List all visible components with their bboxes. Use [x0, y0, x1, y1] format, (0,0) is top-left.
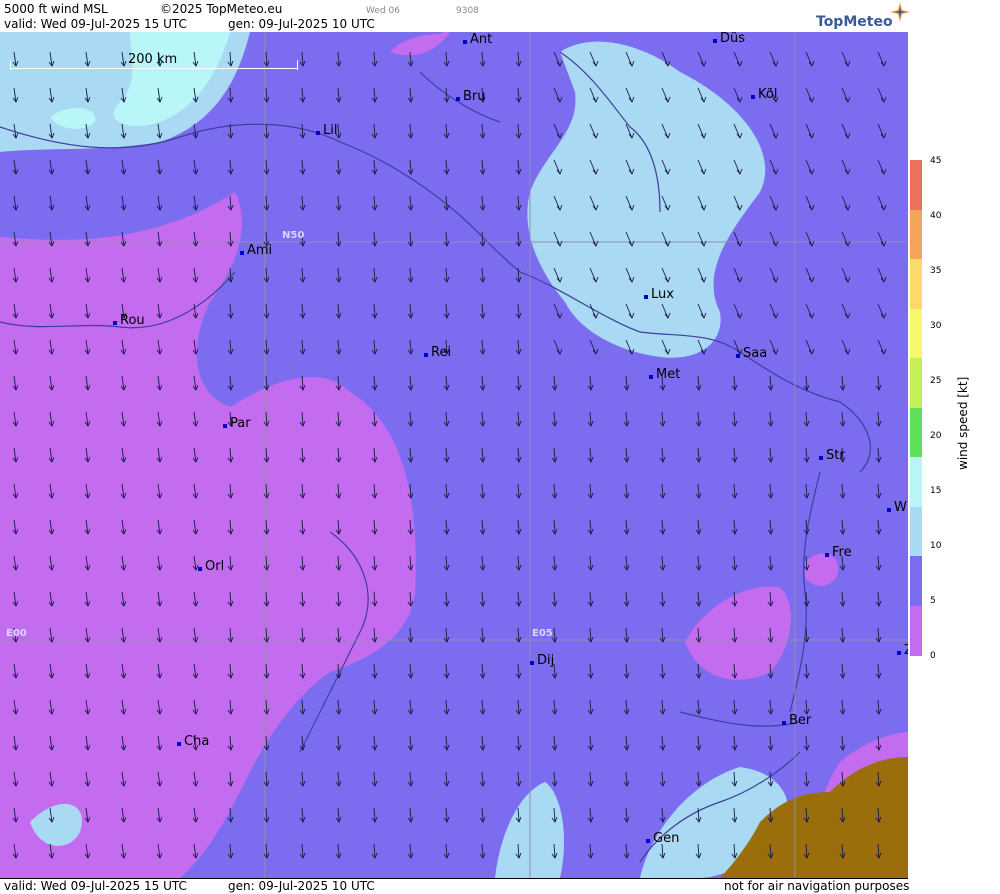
city-marker: [177, 742, 181, 746]
map-canvas: [0, 32, 908, 878]
city-saarbrucken[interactable]: Saa: [736, 347, 767, 361]
legend-tick-label: 45: [930, 156, 942, 166]
city-geneva[interactable]: Gen: [646, 832, 679, 846]
legend-swatch: [910, 209, 922, 260]
city-marker: [463, 40, 467, 44]
legend-swatch: [910, 308, 922, 359]
city-luxembourg[interactable]: Lux: [644, 288, 674, 302]
scale-label: 200 km: [128, 52, 178, 67]
legend-tick-label: 20: [930, 431, 942, 441]
legend-swatch: [910, 556, 922, 607]
city-marker: [825, 553, 829, 557]
city-marker: [887, 508, 891, 512]
legend-tick-label: 40: [930, 211, 942, 221]
legend-swatch: [910, 506, 922, 557]
city-marker: [736, 354, 740, 358]
city-marker: [223, 424, 227, 428]
city-marker: [644, 295, 648, 299]
city-marker: [897, 651, 901, 655]
city-marker: [782, 721, 786, 725]
city-marker: [751, 95, 755, 99]
city-strasbourg[interactable]: Str: [819, 449, 845, 463]
legend-title: wind speed [kt]: [956, 376, 970, 470]
city-amiens[interactable]: Ami: [240, 244, 272, 258]
city-dijon[interactable]: Dij: [530, 654, 554, 668]
legend-color-bar: [910, 160, 922, 656]
city-marker: [819, 456, 823, 460]
footer-bar: valid: Wed 09-Jul-2025 15 UTC gen: 09-Ju…: [0, 878, 910, 894]
legend-swatch: [910, 457, 922, 508]
city-dusseldorf[interactable]: Düs: [713, 32, 745, 46]
city-marker: [649, 375, 653, 379]
legend-tick-label: 15: [930, 486, 942, 496]
city-paris[interactable]: Par: [223, 417, 251, 431]
city-marker: [316, 131, 320, 135]
city-reims[interactable]: Rei: [424, 346, 451, 360]
legend-tick-label: 30: [930, 321, 942, 331]
city-koln[interactable]: Köl: [751, 88, 777, 102]
footer-generated-time: gen: 09-Jul-2025 10 UTC: [228, 879, 375, 893]
compass-star-icon: [890, 2, 910, 22]
valid-time: valid: Wed 09-Jul-2025 15 UTC: [4, 17, 187, 31]
legend-tick-label: 10: [930, 541, 942, 551]
city-marker: [198, 567, 202, 571]
footer-valid-time: valid: Wed 09-Jul-2025 15 UTC: [4, 879, 187, 893]
city-rouen[interactable]: Rou: [113, 314, 145, 328]
run-code: 9308: [456, 6, 479, 16]
city-marker: [240, 251, 244, 255]
city-brussels[interactable]: Bru: [456, 90, 486, 104]
legend-swatch: [910, 259, 922, 310]
wind-speed-legend: 45 40 35 30 25 20 15 10 5 0: [910, 156, 1000, 661]
product-title: 5000 ft wind MSL: [4, 2, 108, 16]
generated-time: gen: 09-Jul-2025 10 UTC: [228, 17, 375, 31]
city-marker: [530, 661, 534, 665]
city-zurich[interactable]: Z: [897, 644, 908, 658]
legend-tick-label: 25: [930, 376, 942, 386]
scale-bar: 200 km: [10, 52, 298, 70]
legend-tick-label: 0: [930, 651, 936, 661]
city-bern[interactable]: Ber: [782, 714, 811, 728]
legend-swatch: [910, 605, 922, 656]
grid-label-e00: E00: [6, 628, 27, 639]
city-freiburg[interactable]: Fre: [825, 546, 852, 560]
legend-swatch: [910, 358, 922, 409]
legend-swatch: [910, 407, 922, 458]
run-day: Wed 06: [366, 6, 400, 16]
city-marker: [113, 321, 117, 325]
legend-tick-label: 35: [930, 266, 942, 276]
wind-map[interactable]: N50 E00 E05 200 km Ant Düs Bru Köl Lil A…: [0, 32, 908, 878]
city-marker: [713, 39, 717, 43]
city-chateauroux[interactable]: Cha: [177, 735, 209, 749]
legend-tick-label: 5: [930, 596, 936, 606]
city-lille[interactable]: Lil: [316, 124, 337, 138]
legend-swatch: [910, 160, 922, 211]
city-w[interactable]: W: [887, 501, 907, 515]
city-marker: [646, 839, 650, 843]
copyright: ©2025 TopMeteo.eu: [160, 2, 283, 16]
logo-text: TopMeteo: [816, 14, 893, 30]
city-antwerp[interactable]: Ant: [463, 33, 492, 47]
city-metz[interactable]: Met: [649, 368, 680, 382]
city-marker: [424, 353, 428, 357]
grid-label-n50: N50: [282, 230, 305, 241]
city-orleans[interactable]: Orl: [198, 560, 224, 574]
grid-label-e05: E05: [532, 628, 553, 639]
city-marker: [456, 97, 460, 101]
footer-disclaimer: not for air navigation purposes: [724, 879, 910, 893]
logo[interactable]: TopMeteo: [816, 14, 893, 30]
